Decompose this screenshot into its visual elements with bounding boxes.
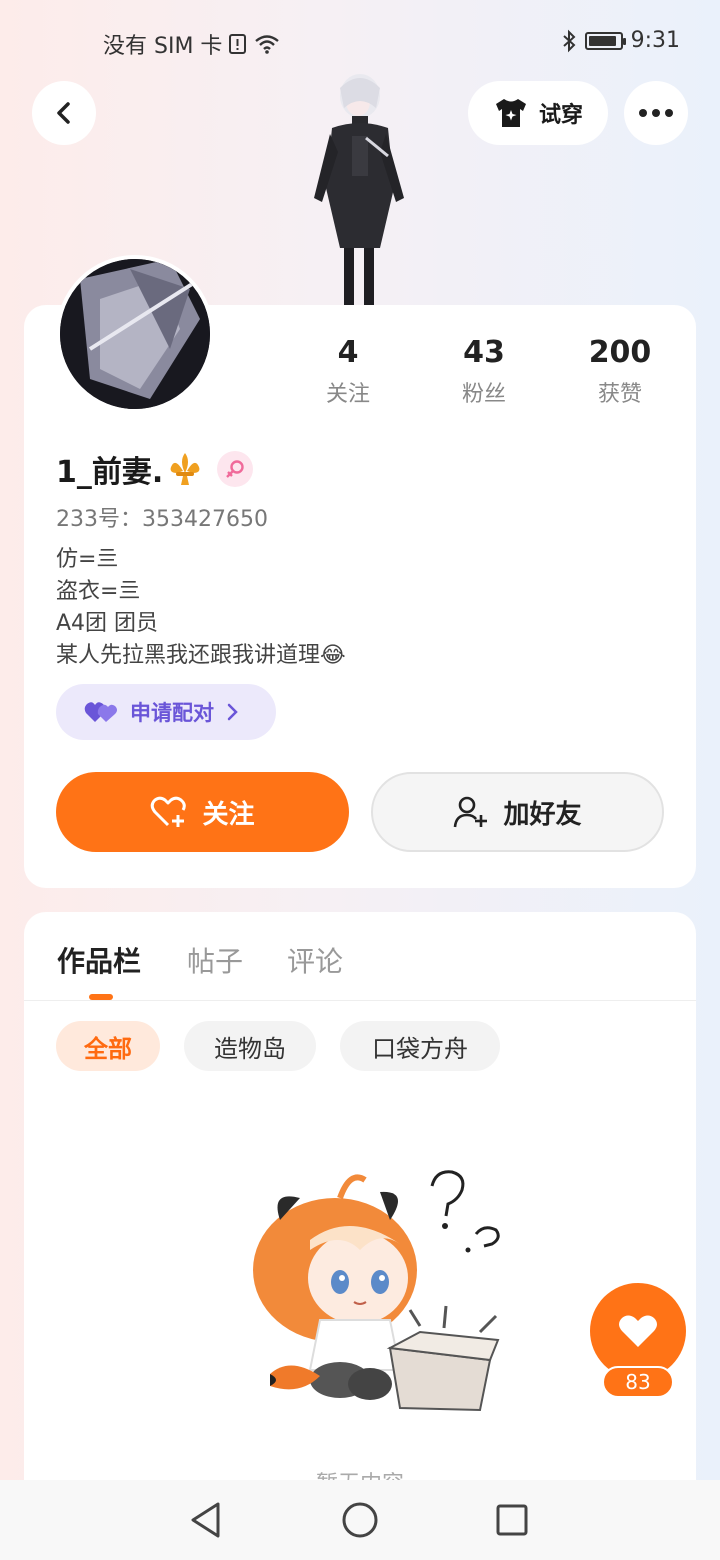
avatar-character-image (314, 74, 404, 306)
apply-pair-button[interactable]: 申请配对 (56, 684, 276, 740)
heart-icon (619, 1315, 657, 1347)
carrier-text: 没有 SIM 卡 (103, 34, 223, 59)
nav-home-button[interactable] (340, 1500, 380, 1540)
triangle-back-icon (191, 1502, 220, 1538)
nav-recents-button[interactable] (492, 1500, 532, 1540)
chevron-left-icon (57, 102, 70, 124)
add-user-icon (454, 796, 488, 828)
bio-line: 仿=亖 (56, 547, 119, 572)
stats-row: 4 关注 43 粉丝 200 获赞 (280, 335, 700, 408)
bluetooth-icon (562, 29, 576, 52)
square-recents-icon (496, 1504, 528, 1536)
bio-line: 某人先拉黑我还跟我讲道理😂 (56, 643, 346, 668)
stat-likes[interactable]: 200 获赞 (552, 335, 688, 408)
filter-creation-island[interactable]: 造物岛 (184, 1021, 316, 1071)
bio: 仿=亖 盗衣=亖 A4团 团员 某人先拉黑我还跟我讲道理😂 (56, 544, 346, 672)
heart-plus-icon (151, 796, 187, 827)
chevron-right-icon (227, 703, 238, 721)
follow-button[interactable]: 关注 (56, 772, 349, 852)
apply-pair-label: 申请配对 (130, 701, 214, 725)
more-icon (639, 109, 673, 117)
status-left: 没有 SIM 卡 (103, 28, 280, 60)
empty-state-illustration (253, 1170, 500, 1412)
bio-line: 盗衣=亖 (56, 579, 141, 604)
add-friend-button[interactable]: 加好友 (371, 772, 664, 852)
tab-posts[interactable]: 帖子 (187, 940, 243, 980)
add-friend-label: 加好友 (503, 799, 582, 830)
likes-count: 200 (588, 335, 652, 370)
followers-label: 粉丝 (461, 382, 506, 407)
battery-icon (584, 31, 626, 50)
more-button[interactable] (624, 81, 688, 145)
system-nav-bar (0, 1480, 720, 1560)
works-tabs: 作品栏 帖子 评论 (24, 912, 696, 1001)
double-heart-icon (84, 702, 117, 722)
username: 1_前妻. (56, 455, 164, 490)
likes-label: 获赞 (597, 382, 642, 407)
stat-followers[interactable]: 43 粉丝 (416, 335, 552, 408)
bio-line: A4团 团员 (56, 611, 159, 636)
try-on-label: 试穿 (538, 103, 583, 128)
sim-alert-icon (229, 34, 247, 54)
stat-following[interactable]: 4 关注 (280, 335, 416, 408)
follow-label: 关注 (202, 799, 255, 830)
tab-comments[interactable]: 评论 (287, 940, 343, 980)
wifi-icon (255, 35, 280, 54)
avatar-image (60, 259, 210, 409)
following-count: 4 (337, 335, 359, 370)
followers-count: 43 (463, 335, 505, 370)
following-label: 关注 (325, 382, 370, 407)
try-on-button[interactable]: 试穿 (468, 81, 608, 145)
fleur-de-lis-icon (170, 453, 200, 485)
female-icon (226, 460, 244, 478)
like-count: 83 (602, 1366, 674, 1398)
like-button[interactable] (590, 1283, 686, 1379)
nav-back-button[interactable] (186, 1500, 226, 1540)
tab-works[interactable]: 作品栏 (57, 940, 141, 980)
filter-all[interactable]: 全部 (56, 1021, 160, 1071)
battery-fill (588, 35, 616, 46)
filter-pocket-ark[interactable]: 口袋方舟 (340, 1021, 500, 1071)
avatar[interactable] (56, 255, 214, 413)
tshirt-icon (495, 99, 526, 127)
gender-badge (217, 451, 254, 487)
circle-home-icon (342, 1502, 378, 1538)
tab-indicator (89, 994, 113, 1000)
user-id: 233号：353427650 (56, 507, 268, 532)
status-time: 9:31 (630, 28, 680, 53)
back-button[interactable] (32, 81, 96, 145)
username-row: 1_前妻. (56, 447, 254, 491)
status-right: 9:31 (561, 28, 680, 53)
